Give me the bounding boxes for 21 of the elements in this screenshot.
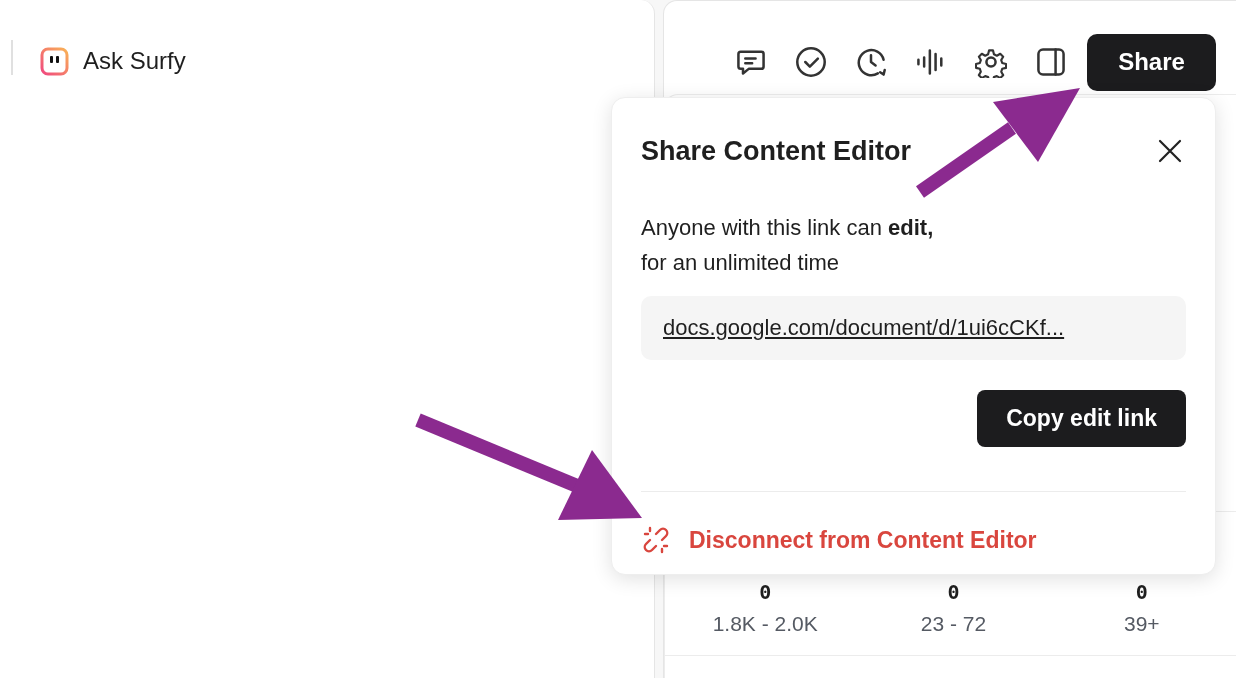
stat-value: 0 — [759, 579, 772, 604]
settings-icon[interactable] — [975, 46, 1007, 78]
share-message: Anyone with this link can edit, — [641, 213, 935, 242]
copy-link-button[interactable]: Copy edit link — [977, 389, 1186, 447]
close-icon[interactable] — [1158, 139, 1182, 164]
robot-face-icon — [40, 46, 69, 76]
share-button[interactable]: Share — [1087, 33, 1216, 91]
link-field[interactable]: docs.google.com/document/d/1ui6cCKf... — [641, 295, 1186, 360]
stat-value: 0 — [1135, 579, 1148, 604]
stat-range: 39+ — [1124, 610, 1160, 637]
share-message: for an unlimited time — [641, 248, 841, 277]
dialog-title: Share Content Editor — [641, 135, 911, 168]
disconnect-link[interactable]: Disconnect from Content Editor — [689, 522, 1037, 557]
broken-link-icon — [641, 524, 671, 555]
clock-arrow-icon[interactable] — [855, 46, 887, 78]
sidebar-panel-icon[interactable] — [1035, 46, 1067, 78]
stat-range: 23 - 72 — [920, 610, 987, 637]
stat-value: 0 — [947, 579, 960, 604]
assistant-label[interactable]: Ask Surfy — [83, 43, 186, 79]
check-circle-icon[interactable] — [795, 46, 827, 78]
stat-range: 1.8K - 2.0K — [712, 610, 818, 637]
